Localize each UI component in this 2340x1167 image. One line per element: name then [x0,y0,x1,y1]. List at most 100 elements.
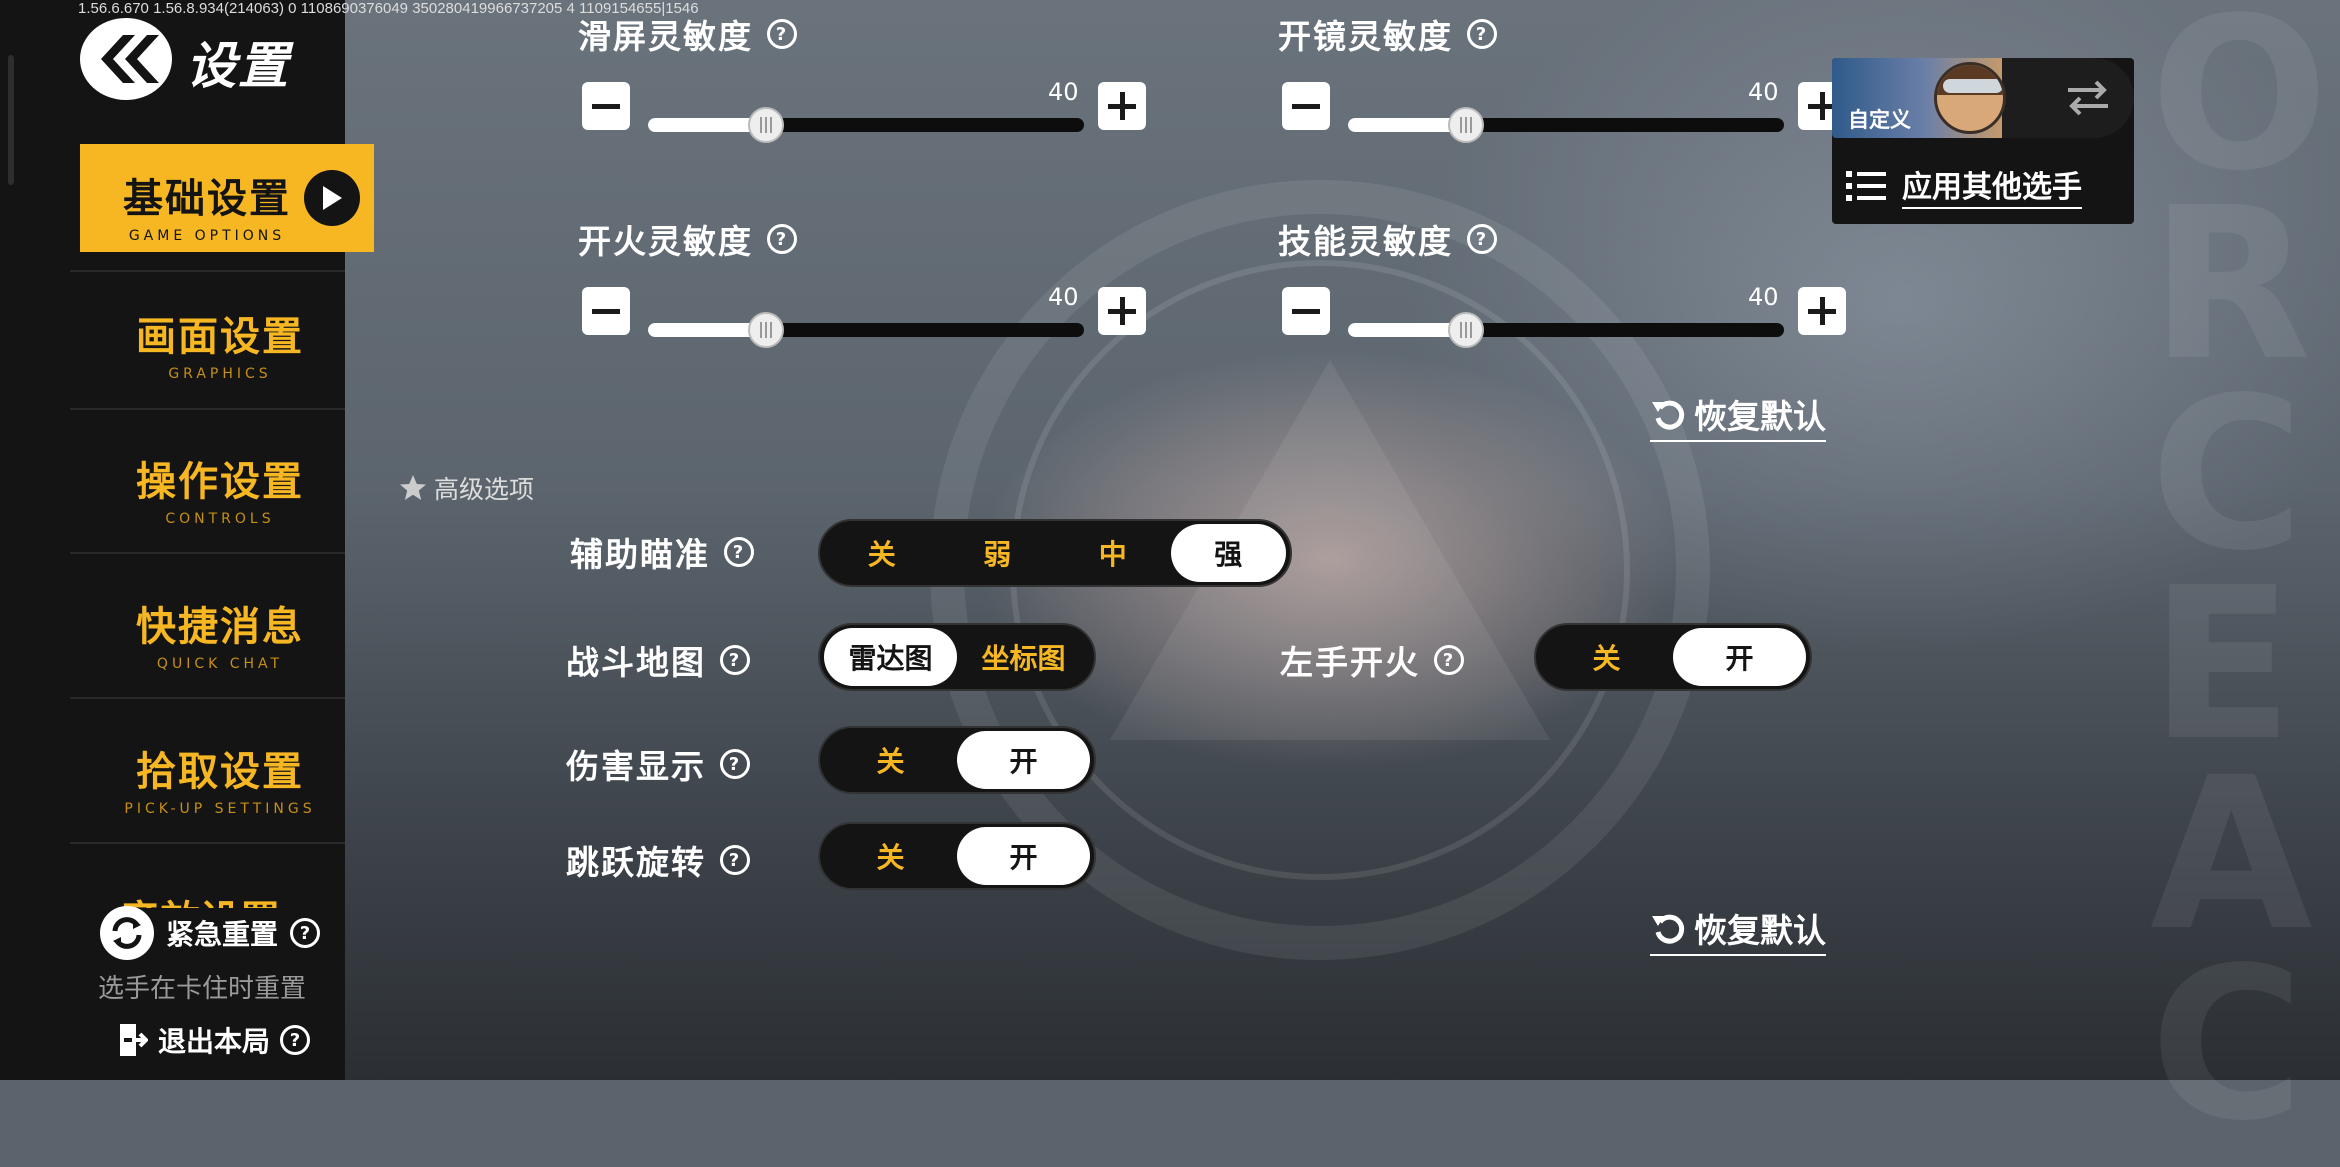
slider-value: 40 [1048,78,1079,106]
left-fire-option-on[interactable]: 开 [1673,628,1806,686]
sidebar: 设置 基础设置 GAME OPTIONS 画面设置 GRAPHICS 操作设置 … [0,0,374,1080]
decrease-button[interactable] [1282,287,1330,335]
help-icon[interactable]: ? [1434,645,1464,675]
profile-selector[interactable]: 自定义 [1832,58,2134,138]
advanced-options-heading: 高级选项 [398,470,534,506]
left-fire-toggle: 关 开 [1534,623,1812,691]
help-icon[interactable]: ? [724,537,754,567]
exit-game-button[interactable]: 退出本局 ? [118,1020,311,1060]
player-profile-card: 自定义 应用其他选手 [1832,58,2134,224]
emergency-reset-button[interactable]: 紧急重置 ? [100,906,321,960]
apply-other-player-button[interactable]: 应用其他选手 [1846,162,2082,209]
aim-assist-option-strong[interactable]: 强 [1170,524,1286,582]
double-chevron-left-icon [101,35,159,83]
sidebar-divider [70,552,345,554]
slider-thumb[interactable] [747,312,784,348]
battle-map-option-coordinate[interactable]: 坐标图 [957,628,1090,686]
slider-label: 开镜灵敏度 ? [1278,10,1497,58]
sidebar-item-sublabel: GAME OPTIONS [128,228,286,244]
sidebar-item-game-options[interactable]: 基础设置 GAME OPTIONS [80,144,374,252]
sidebar-item-sublabel: PICK-UP SETTINGS [124,801,316,817]
sidebar-item-sublabel: QUICK CHAT [156,656,284,672]
decrease-button[interactable] [582,82,630,130]
star-icon [400,475,426,500]
page-title: 设置 [186,37,290,95]
slider-skill: 技能灵敏度 ? 40 [1278,205,1858,355]
restore-icon [1652,914,1685,944]
back-button[interactable] [80,18,172,100]
help-icon[interactable]: ? [1467,224,1497,254]
minus-icon [592,308,620,314]
slider-label-text: 技能灵敏度 [1278,222,1453,261]
increase-button[interactable] [1798,287,1846,335]
jump-rotate-label: 跳跃旋转 ? [566,836,750,884]
slider-label-text: 开镜灵敏度 [1278,17,1453,56]
restore-default-label: 恢复默认 [1694,911,1826,950]
option-label-text: 跳跃旋转 [566,843,706,882]
swap-icon[interactable] [2062,76,2114,120]
slider-thumb[interactable] [1447,312,1484,348]
sidebar-divider [70,842,345,844]
help-icon[interactable]: ? [280,1025,311,1055]
slider-label-text: 开火灵敏度 [578,222,753,261]
sidebar-item-sublabel: GRAPHICS [168,366,272,382]
slider-thumb[interactable] [1447,107,1484,143]
play-icon [304,170,360,226]
increase-button[interactable] [1098,287,1146,335]
option-label-text: 辅助瞄准 [570,535,710,574]
sidebar-item-label: 画面设置 [136,314,304,360]
left-fire-option-off[interactable]: 关 [1540,628,1673,686]
slider-value: 40 [1748,283,1779,311]
emergency-reset-hint: 选手在卡住时重置 [98,974,307,1004]
help-icon[interactable]: ? [290,918,321,948]
battle-map-option-radar[interactable]: 雷达图 [824,628,957,686]
aim-assist-option-medium[interactable]: 中 [1055,524,1171,582]
help-icon[interactable]: ? [720,749,750,779]
slider-track[interactable] [1348,107,1784,143]
decrease-button[interactable] [1282,82,1330,130]
player-avatar [1934,62,2006,134]
damage-display-option-off[interactable]: 关 [824,731,957,789]
option-label-text: 伤害显示 [566,747,706,786]
damage-display-label: 伤害显示 ? [566,740,750,788]
aim-assist-option-off[interactable]: 关 [824,524,940,582]
slider-thumb[interactable] [747,107,784,143]
help-icon[interactable]: ? [720,845,750,875]
help-icon[interactable]: ? [767,224,797,254]
help-icon[interactable]: ? [767,19,797,49]
minus-icon [1292,308,1320,314]
restore-default-button-advanced[interactable]: 恢复默认 [1650,904,1826,956]
emergency-reset-label: 紧急重置 [166,918,279,951]
slider-track[interactable] [648,107,1084,143]
decrease-button[interactable] [582,287,630,335]
exit-game-label: 退出本局 [158,1025,271,1058]
apply-other-player-label: 应用其他选手 [1902,162,2082,209]
sidebar-item-controls[interactable]: 操作设置 CONTROLS [70,425,370,555]
slider-track[interactable] [648,312,1084,348]
sidebar-item-quick-chat[interactable]: 快捷消息 QUICK CHAT [70,570,370,700]
slider-track[interactable] [1348,312,1784,348]
sidebar-item-label: 基础设置 [123,176,291,222]
option-label-text: 左手开火 [1280,643,1420,682]
option-label-text: 战斗地图 [566,643,706,682]
increase-button[interactable] [1098,82,1146,130]
sidebar-divider [70,697,345,699]
slider-value: 40 [1048,283,1079,311]
sidebar-item-label: 快捷消息 [136,604,304,650]
slider-label: 滑屏灵敏度 ? [578,10,797,58]
aim-assist-selector: 关 弱 中 强 [818,519,1292,587]
help-icon[interactable]: ? [1467,19,1497,49]
sidebar-item-label: 操作设置 [136,459,304,505]
help-icon[interactable]: ? [720,645,750,675]
slider-label: 开火灵敏度 ? [578,215,797,263]
battle-map-label: 战斗地图 ? [566,636,750,684]
jump-rotate-option-on[interactable]: 开 [957,827,1090,885]
aim-assist-option-weak[interactable]: 弱 [940,524,1056,582]
restore-default-button[interactable]: 恢复默认 [1650,390,1826,442]
jump-rotate-option-off[interactable]: 关 [824,827,957,885]
damage-display-toggle: 关 开 [818,726,1096,794]
damage-display-option-on[interactable]: 开 [957,731,1090,789]
sidebar-item-graphics[interactable]: 画面设置 GRAPHICS [70,280,370,410]
advanced-options-title: 高级选项 [434,475,535,504]
sidebar-item-pickup[interactable]: 拾取设置 PICK-UP SETTINGS [70,715,370,845]
